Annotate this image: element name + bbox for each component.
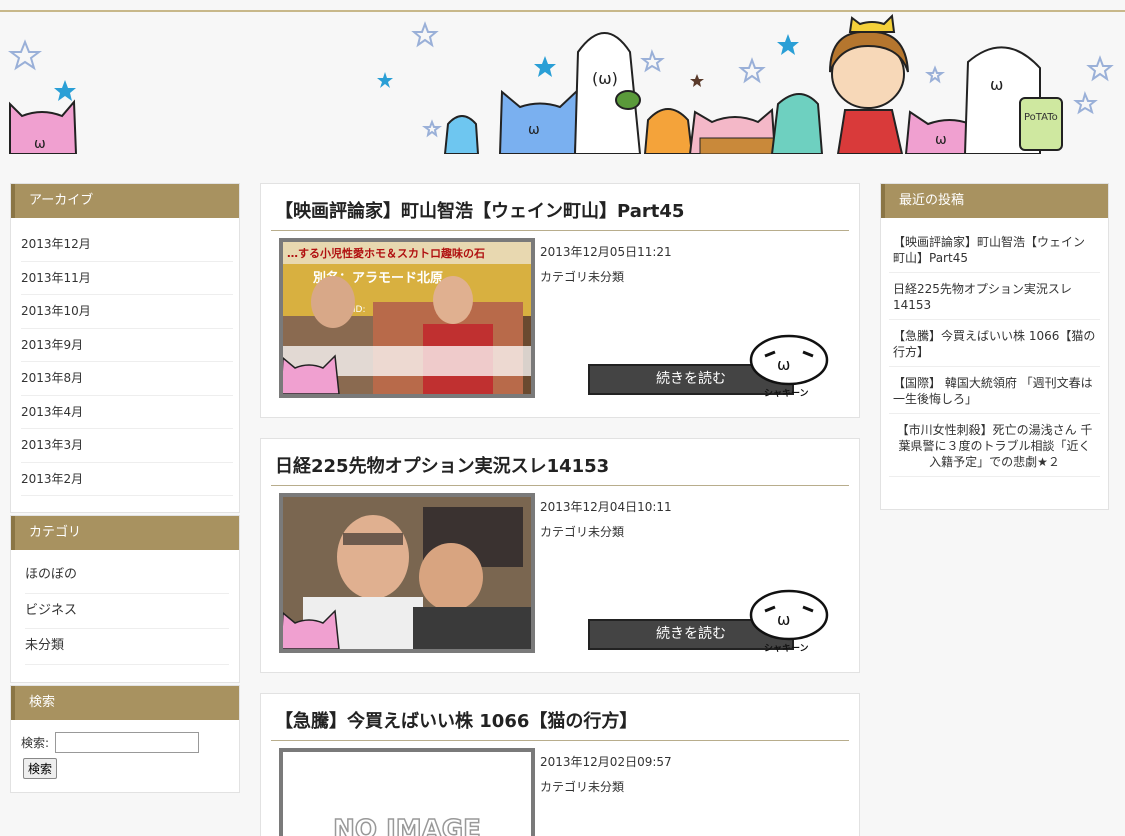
potato-jar-label: PoTATo bbox=[1024, 112, 1058, 123]
archive-link[interactable]: 2013年10月 bbox=[21, 295, 233, 329]
recent-posts-widget: 最近の投稿 【映画評論家】町山智浩【ウェイン町山】Part45 日経225先物オ… bbox=[880, 183, 1109, 510]
post-card: 日経225先物オプション実況スレ14153 2013年12月04日10:11 カ… bbox=[260, 438, 860, 673]
photo-top-text: …する小児性愛ホモ＆スカトロ趣味の石 bbox=[287, 246, 485, 260]
star-icon bbox=[690, 74, 704, 87]
archive-link[interactable]: 2013年2月 bbox=[21, 463, 233, 496]
search-input[interactable] bbox=[55, 732, 200, 753]
post-date: 2013年12月02日09:57 bbox=[540, 755, 672, 769]
search-button[interactable]: 検索 bbox=[23, 758, 58, 779]
recent-post-link[interactable]: 【市川女性刺殺】死亡の湯浅さん 千葉県警に３度のトラブル相談「近く入籍予定」での… bbox=[889, 414, 1100, 477]
no-image-placeholder: NO IMAGE bbox=[332, 814, 481, 836]
star-icon bbox=[534, 56, 556, 77]
recent-post-link[interactable]: 【映画評論家】町山智浩【ウェイン町山】Part45 bbox=[889, 226, 1100, 273]
no-image-text: NO IMAGE bbox=[333, 815, 481, 836]
archive-link[interactable]: 2013年12月 bbox=[21, 228, 233, 262]
post-thumbnail[interactable]: …する小児性愛ホモ＆スカトロ趣味の石 別名：アラモード北原 ヤフー ID: bbox=[279, 238, 535, 398]
post-meta: 2013年12月05日11:21 カテゴリ未分類 bbox=[540, 240, 672, 290]
star-icon bbox=[411, 21, 439, 48]
post-category[interactable]: カテゴリ未分類 bbox=[540, 775, 672, 800]
shakiin-mascot-icon: ω シャキーン bbox=[749, 589, 829, 654]
tea-cup-icon bbox=[615, 90, 641, 110]
star-icon bbox=[1086, 55, 1114, 82]
star-icon bbox=[422, 119, 442, 138]
svg-text:ω: ω bbox=[777, 610, 790, 629]
star-icon bbox=[925, 65, 945, 84]
category-list: ほのぼの ビジネス 未分類 bbox=[11, 550, 239, 665]
svg-text:ω: ω bbox=[990, 75, 1003, 94]
recent-post-link[interactable]: 日経225先物オプション実況スレ14153 bbox=[889, 273, 1100, 320]
archive-link[interactable]: 2013年8月 bbox=[21, 362, 233, 396]
star-icon bbox=[1073, 91, 1098, 115]
svg-text:ω: ω bbox=[528, 122, 540, 138]
post-photo: …する小児性愛ホモ＆スカトロ趣味の石 別名：アラモード北原 ヤフー ID: bbox=[283, 242, 531, 394]
site-header-banner[interactable]: ω ω (ω) ω ω PoTATo bbox=[0, 12, 1125, 154]
girl-body-icon bbox=[836, 109, 904, 154]
category-widget: カテゴリ ほのぼの ビジネス 未分類 bbox=[10, 515, 240, 683]
post-thumbnail[interactable]: NO IMAGE bbox=[279, 748, 535, 836]
svg-text:ω: ω bbox=[34, 136, 46, 152]
search-row: 検索: bbox=[11, 720, 239, 753]
archive-link[interactable]: 2013年11月 bbox=[21, 262, 233, 295]
archive-heading: アーカイブ bbox=[11, 184, 239, 218]
shakiin-mascot-icon: ω シャキーン bbox=[749, 334, 829, 399]
category-link[interactable]: ほのぼの bbox=[25, 558, 229, 594]
category-link[interactable]: ビジネス bbox=[25, 594, 229, 629]
potato-jar-icon bbox=[1019, 97, 1063, 151]
post-photo bbox=[283, 497, 531, 649]
orange-creature-icon bbox=[643, 108, 694, 154]
recent-post-link[interactable]: 【国際】 韓国大統領府 「週刊文春は一生後悔しろ」 bbox=[889, 367, 1100, 414]
star-icon bbox=[640, 49, 665, 73]
post-thumbnail[interactable] bbox=[279, 493, 535, 653]
yellow-cat-icon bbox=[848, 13, 896, 33]
archive-link[interactable]: 2013年3月 bbox=[21, 429, 233, 463]
shakiin-caption: シャキーン bbox=[764, 643, 809, 654]
archive-list: 2013年12月 2013年11月 2013年10月 2013年9月 2013年… bbox=[11, 218, 239, 496]
post-title-link[interactable]: 【映画評論家】町山智浩【ウェイン町山】Part45 bbox=[271, 198, 849, 231]
post-date: 2013年12月04日10:11 bbox=[540, 500, 672, 514]
shakiin-caption: シャキーン bbox=[764, 388, 809, 399]
star-icon bbox=[54, 80, 76, 101]
recent-post-link[interactable]: 【急騰】今買えばいい株 1066【猫の行方】 bbox=[889, 320, 1100, 367]
header-illustration: ω ω (ω) ω ω PoTATo bbox=[8, 13, 1114, 154]
post-meta: 2013年12月04日10:11 カテゴリ未分類 bbox=[540, 495, 672, 545]
category-link[interactable]: 未分類 bbox=[25, 629, 229, 665]
search-widget: 検索 検索: 検索 bbox=[10, 685, 240, 793]
search-heading: 検索 bbox=[11, 686, 239, 720]
post-date: 2013年12月05日11:21 bbox=[540, 245, 672, 259]
green-ghost-icon bbox=[770, 93, 824, 154]
post-title-link[interactable]: 日経225先物オプション実況スレ14153 bbox=[271, 453, 849, 486]
star-icon bbox=[8, 39, 42, 71]
star-icon bbox=[738, 57, 766, 84]
post-category[interactable]: カテゴリ未分類 bbox=[540, 520, 672, 545]
star-icon bbox=[777, 34, 799, 55]
archive-link[interactable]: 2013年9月 bbox=[21, 329, 233, 362]
svg-text:ω: ω bbox=[777, 355, 790, 374]
search-label: 検索: bbox=[21, 736, 50, 750]
post-category[interactable]: カテゴリ未分類 bbox=[540, 265, 672, 290]
svg-text:(ω): (ω) bbox=[592, 69, 618, 88]
star-icon bbox=[377, 72, 393, 88]
recent-posts-list: 【映画評論家】町山智浩【ウェイン町山】Part45 日経225先物オプション実況… bbox=[881, 218, 1108, 477]
post-meta: 2013年12月02日09:57 カテゴリ未分類 bbox=[540, 750, 672, 800]
category-heading: カテゴリ bbox=[11, 516, 239, 550]
post-card: 【急騰】今買えばいい株 1066【猫の行方】 NO IMAGE 2013年12月… bbox=[260, 693, 860, 836]
post-title-link[interactable]: 【急騰】今買えばいい株 1066【猫の行方】 bbox=[271, 708, 849, 741]
svg-text:ω: ω bbox=[935, 132, 947, 148]
post-card: 【映画評論家】町山智浩【ウェイン町山】Part45 …する小児性愛ホモ＆スカトロ… bbox=[260, 183, 860, 418]
archive-link[interactable]: 2013年4月 bbox=[21, 396, 233, 429]
recent-posts-heading: 最近の投稿 bbox=[881, 184, 1108, 218]
archive-widget: アーカイブ 2013年12月 2013年11月 2013年10月 2013年9月… bbox=[10, 183, 240, 513]
small-ghost-icon bbox=[443, 115, 480, 154]
